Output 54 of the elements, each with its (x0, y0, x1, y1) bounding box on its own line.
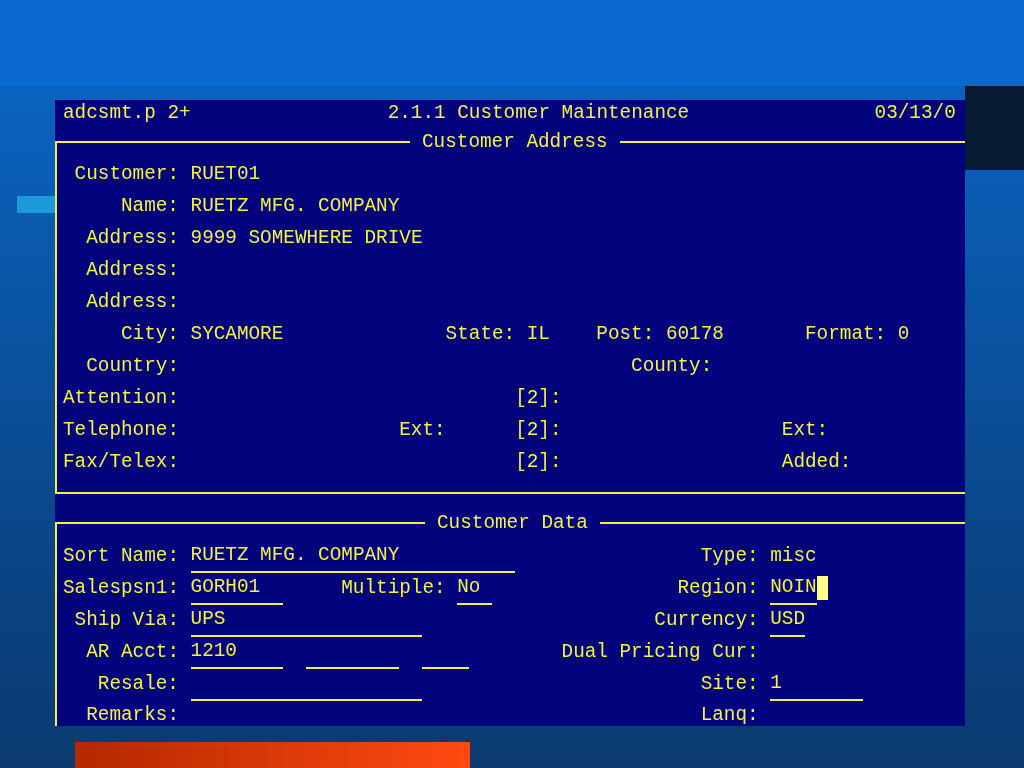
input-field[interactable]: RUETZ MFG. COMPANY (190, 539, 516, 573)
field-value: misc (770, 545, 817, 567)
field-label: [2]: (515, 387, 562, 409)
input-field[interactable]: 1210 (190, 635, 284, 669)
program-name: adcsmt.p 2+ (63, 102, 191, 124)
field-label: Multiple: (341, 577, 446, 599)
field-label: Salespsn1: (63, 577, 179, 599)
field-label: Customer: (74, 163, 179, 185)
field-label: Currency: (654, 609, 759, 631)
input-field[interactable]: No (457, 571, 492, 605)
field-value: 60178 (665, 323, 724, 345)
input-field[interactable]: UPS (190, 603, 423, 637)
field-label: Fax/Telex: (63, 451, 179, 473)
field-label: State: (445, 323, 516, 345)
input-field[interactable]: GORH01 (190, 571, 284, 605)
field-label: Region: (677, 577, 759, 599)
field-label: Ext: (399, 419, 446, 441)
field-label: County: (631, 355, 713, 377)
field-label: Remarks: (86, 704, 179, 726)
field-label: Attention: (63, 387, 179, 409)
section-title: Customer Address (421, 131, 609, 153)
field-label: Address: (86, 259, 179, 281)
field-label: AR Acct: (86, 641, 179, 663)
field-label: Resale: (97, 673, 179, 695)
field-label: Country: (86, 355, 179, 377)
field-label: Format: (805, 323, 887, 345)
field-label: [2]: (515, 451, 562, 473)
field-label: Name: (120, 195, 179, 217)
field-label: Dual Pricing Cur: (561, 641, 759, 663)
field-label: Ship Via: (74, 609, 179, 631)
field-value: IL (526, 323, 550, 345)
field-label: Ext: (781, 419, 829, 441)
screen-title: 2.1.1 Customer Maintenance (387, 102, 690, 124)
field-label: Site: (700, 673, 759, 695)
field-value: 9999 SOMEWHERE DRIVE (190, 227, 423, 249)
field-value: 0 (897, 323, 910, 345)
field-label: Added: (781, 451, 852, 473)
field-value: RUET01 (190, 163, 261, 185)
input-field[interactable]: USD (770, 603, 805, 637)
field-label: Sort Name: (63, 545, 179, 567)
input-field[interactable]: 1 (770, 667, 863, 701)
decorative-bar (17, 196, 55, 213)
field-label: [2]: (515, 419, 562, 441)
field-value: SYCAMORE (190, 323, 284, 345)
field-label: Post: (596, 323, 655, 345)
field-label: Type: (700, 545, 759, 567)
field-label: Address: (86, 291, 179, 313)
field-label: Telephone: (63, 419, 179, 441)
field-label: City: (120, 323, 179, 345)
field-value: RUETZ MFG. COMPANY (190, 195, 400, 217)
field-label: Address: (86, 227, 179, 249)
field-label: Lanq: (700, 704, 759, 726)
date-text: 03/13/0 (874, 102, 956, 124)
section-title: Customer Data (436, 512, 589, 534)
